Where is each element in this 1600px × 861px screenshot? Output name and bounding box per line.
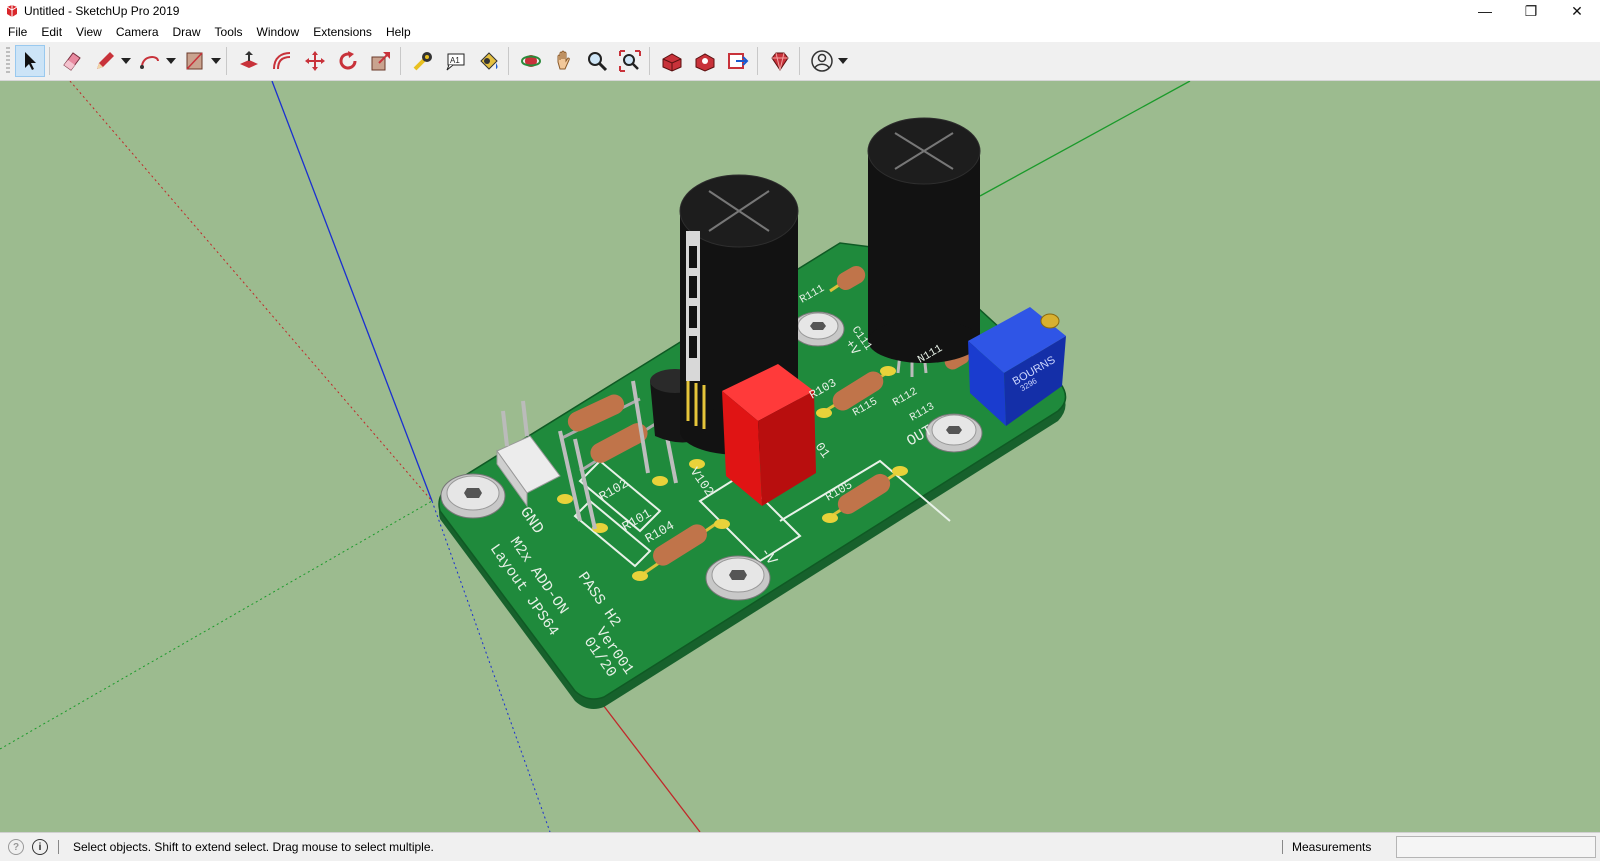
- arc-tool-button[interactable]: [135, 45, 165, 77]
- blue-axis: [271, 81, 433, 502]
- svg-text:A1: A1: [450, 56, 460, 65]
- shape-tool-dropdown[interactable]: [210, 45, 222, 77]
- menu-camera[interactable]: Camera: [109, 22, 166, 42]
- paint-bucket-tool-button[interactable]: [474, 45, 504, 77]
- user-account-icon: [811, 50, 833, 72]
- toolbar-separator: [400, 47, 401, 75]
- menu-help[interactable]: Help: [379, 22, 418, 42]
- measurements-input[interactable]: [1396, 836, 1596, 858]
- offset-icon: [273, 52, 291, 70]
- scale-icon: [371, 52, 390, 71]
- menu-file[interactable]: File: [0, 22, 34, 42]
- select-tool-button[interactable]: [15, 45, 45, 77]
- toolbar-separator: [226, 47, 227, 75]
- menu-edit[interactable]: Edit: [34, 22, 69, 42]
- eraser-icon: [63, 52, 81, 71]
- mounting-screw[interactable]: [440, 473, 506, 519]
- extension-warehouse-button[interactable]: [690, 45, 720, 77]
- extension-manager-button[interactable]: [765, 45, 795, 77]
- toolbar-separator: [757, 47, 758, 75]
- account-dropdown[interactable]: [837, 45, 849, 77]
- toolbar-separator: [799, 47, 800, 75]
- info-icon[interactable]: i: [32, 839, 48, 855]
- green-axis: [979, 81, 1191, 197]
- menu-window[interactable]: Window: [250, 22, 307, 42]
- status-message: Select objects. Shift to extend select. …: [73, 840, 434, 854]
- eraser-tool-button[interactable]: [57, 45, 87, 77]
- tape-measure-icon: [413, 52, 432, 71]
- window-title: Untitled - SketchUp Pro 2019: [24, 4, 180, 18]
- toolbar-grip[interactable]: [6, 47, 10, 75]
- scene-canvas[interactable]: BOURNS 3296 GND M2x ADD-ON Layout JPS64 …: [0, 81, 1600, 832]
- menu-view[interactable]: View: [69, 22, 109, 42]
- chevron-down-icon: [211, 58, 221, 64]
- pencil-icon: [97, 52, 114, 69]
- zoom-extents-tool-button[interactable]: [615, 45, 645, 77]
- orbit-tool-button[interactable]: [516, 45, 546, 77]
- magnifier-icon: [588, 52, 608, 72]
- move-icon: [305, 51, 325, 71]
- push-pull-tool-button[interactable]: [234, 45, 264, 77]
- menu-tools[interactable]: Tools: [208, 22, 250, 42]
- toolbar-separator: [49, 47, 50, 75]
- status-bar: ? i Select objects. Shift to extend sele…: [0, 832, 1600, 861]
- geo-location-icon[interactable]: ?: [8, 839, 24, 855]
- rotate-tool-button[interactable]: [333, 45, 363, 77]
- window-controls: — ❐ ✕: [1462, 0, 1600, 22]
- rotate-icon: [339, 51, 357, 70]
- line-tool-button[interactable]: [90, 45, 120, 77]
- electrolytic-capacitor[interactable]: [867, 117, 981, 363]
- rectangle-icon: [186, 52, 203, 70]
- red-axis-hidden: [69, 81, 433, 502]
- account-button[interactable]: [807, 45, 837, 77]
- extension-warehouse-icon: [695, 53, 715, 72]
- 3d-warehouse-button[interactable]: [657, 45, 687, 77]
- arc-tool-dropdown[interactable]: [165, 45, 177, 77]
- title-bar: Untitled - SketchUp Pro 2019 — ❐ ✕: [0, 0, 1600, 22]
- text-tool-button[interactable]: A1: [441, 45, 471, 77]
- shape-tool-button[interactable]: [180, 45, 210, 77]
- ruby-gem-icon: [771, 52, 789, 71]
- toolbar-separator: [649, 47, 650, 75]
- line-tool-dropdown[interactable]: [120, 45, 132, 77]
- chevron-down-icon: [166, 58, 176, 64]
- toolbar-separator: [508, 47, 509, 75]
- status-divider: [58, 840, 59, 854]
- close-button[interactable]: ✕: [1554, 0, 1600, 22]
- chevron-down-icon: [121, 58, 131, 64]
- tape-measure-tool-button[interactable]: [408, 45, 438, 77]
- restore-button[interactable]: ❐: [1508, 0, 1554, 22]
- push-pull-icon: [240, 51, 258, 68]
- status-divider: [1282, 840, 1283, 854]
- sketchup-logo-icon: [6, 5, 18, 17]
- zoom-tool-button[interactable]: [582, 45, 612, 77]
- mounting-screw[interactable]: [791, 311, 845, 347]
- arrow-cursor-icon: [25, 52, 36, 70]
- arc-icon: [140, 56, 159, 69]
- hand-icon: [557, 50, 570, 70]
- zoom-extents-icon: [619, 50, 641, 72]
- orbit-icon: [521, 55, 541, 67]
- menu-draw[interactable]: Draw: [166, 22, 208, 42]
- scale-tool-button[interactable]: [366, 45, 396, 77]
- mounting-screw[interactable]: [705, 555, 771, 601]
- warehouse-icon: [662, 53, 682, 72]
- menu-extensions[interactable]: Extensions: [306, 22, 379, 42]
- move-tool-button[interactable]: [300, 45, 330, 77]
- green-axis-hidden: [0, 500, 433, 750]
- mounting-screw[interactable]: [925, 413, 983, 453]
- measurements-label: Measurements: [1292, 840, 1372, 854]
- model-viewport[interactable]: BOURNS 3296 GND M2x ADD-ON Layout JPS64 …: [0, 81, 1600, 832]
- red-axis: [599, 700, 701, 832]
- chevron-down-icon: [838, 58, 848, 64]
- menu-bar: File Edit View Camera Draw Tools Window …: [0, 22, 1600, 42]
- main-toolbar: A1: [0, 42, 1600, 81]
- offset-tool-button[interactable]: [267, 45, 297, 77]
- layout-send-button[interactable]: [723, 45, 753, 77]
- layout-icon: [728, 53, 749, 69]
- text-label-icon: A1: [446, 53, 465, 71]
- pan-tool-button[interactable]: [549, 45, 579, 77]
- minimize-button[interactable]: —: [1462, 0, 1508, 22]
- paint-bucket-icon: [480, 52, 498, 70]
